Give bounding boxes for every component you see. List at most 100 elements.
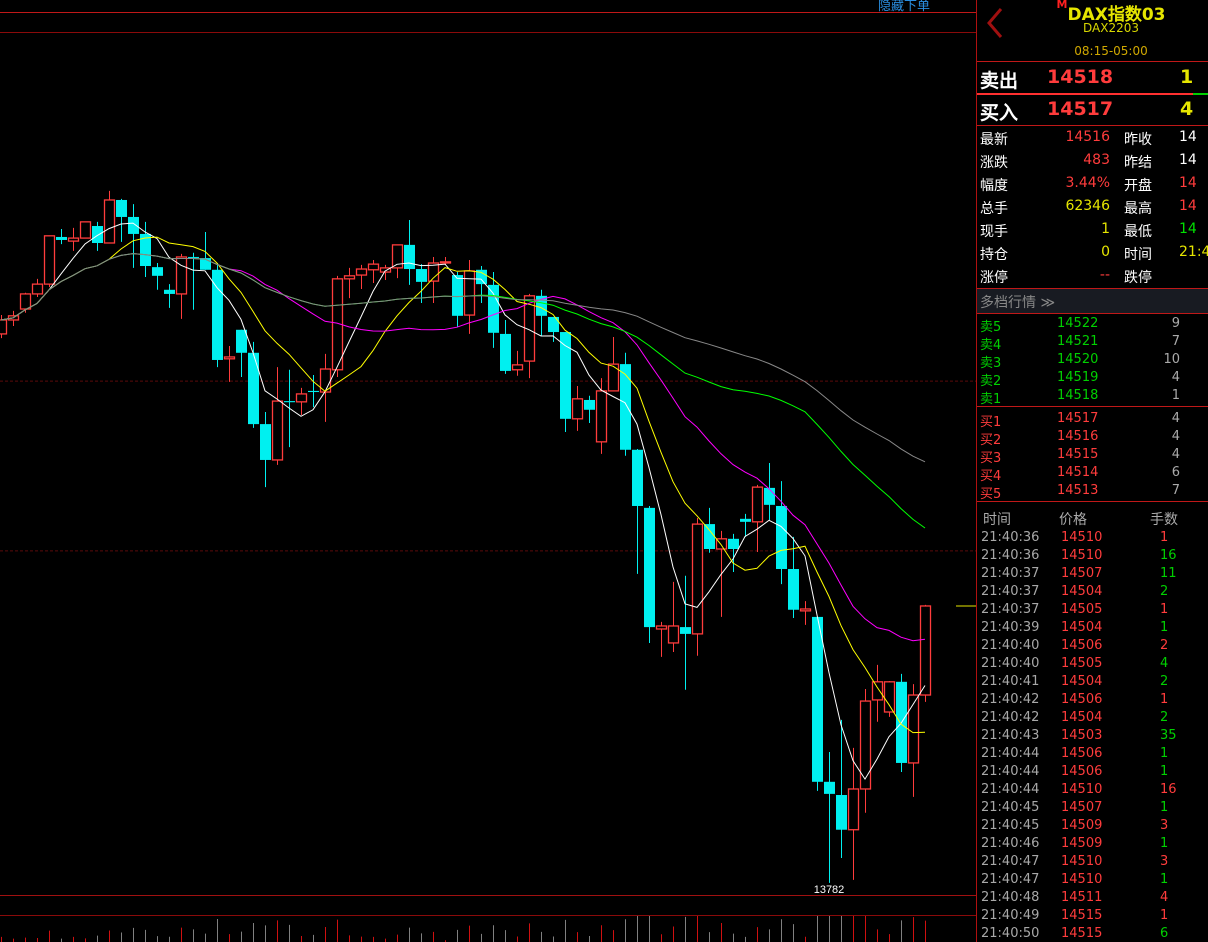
candle-body-down: [116, 199, 127, 217]
trade-volume: 2: [1160, 710, 1169, 725]
trade-volume: 1: [1160, 530, 1169, 545]
trade-volume: 2: [1160, 638, 1169, 653]
ask-level-price: 14521: [1057, 334, 1099, 349]
trade-row: 21:40:47 14510 1: [977, 871, 1208, 889]
market-flag: M: [1056, 0, 1068, 11]
info-row: 最新 14516 昨收 14: [977, 127, 1208, 150]
info-label: 昨结: [1124, 155, 1152, 171]
trade-volume: 2: [1160, 584, 1169, 599]
volume-divider: [0, 915, 976, 916]
trade-time: 21:40:47: [981, 872, 1040, 887]
ask-level-volume: 1: [1171, 388, 1180, 403]
ask-level-row[interactable]: 卖5 14522 9: [977, 315, 1208, 335]
ask-quote-row[interactable]: 卖出 14518 1: [977, 63, 1208, 93]
ask-level-volume: 9: [1171, 316, 1180, 331]
trade-time: 21:40:37: [981, 584, 1040, 599]
candle-body-down: [56, 236, 67, 240]
candle-body-down: [812, 616, 823, 782]
bid-level-row[interactable]: 买3 14515 4: [977, 446, 1208, 466]
trade-time: 21:40:36: [981, 530, 1040, 545]
info-value: 14: [1179, 175, 1197, 191]
info-value: 14: [1179, 198, 1197, 214]
candle-body-up: [859, 700, 872, 790]
trade-time: 21:40:42: [981, 692, 1040, 707]
bid-level-volume: 4: [1171, 447, 1180, 462]
trade-row: 21:40:48 14511 4: [977, 889, 1208, 907]
candle-body-down: [284, 401, 295, 403]
trade-row: 21:40:49 14515 1: [977, 907, 1208, 925]
trade-price: 14506: [1061, 746, 1103, 761]
candle-body-up: [595, 390, 608, 443]
candle-body-down: [92, 226, 103, 243]
ask-level-volume: 7: [1171, 334, 1180, 349]
kline-chart[interactable]: 13782 隐藏下单: [0, 0, 976, 942]
trade-volume: 1: [1160, 800, 1169, 815]
info-label: 持仓: [980, 247, 1008, 263]
trade-price: 14510: [1061, 782, 1103, 797]
bid-level-row[interactable]: 买1 14517 4: [977, 410, 1208, 430]
trade-price: 14509: [1061, 836, 1103, 851]
trade-volume: 1: [1160, 836, 1169, 851]
depth-toggle[interactable]: 多档行情 ≫: [977, 289, 1208, 313]
trade-time: 21:40:39: [981, 620, 1040, 635]
info-value: 21:4: [1179, 244, 1208, 260]
trade-time: 21:40:44: [981, 746, 1040, 761]
bid-level-price: 14514: [1057, 465, 1099, 480]
info-label: 最新: [980, 132, 1008, 148]
trade-row: 21:40:45 14509 3: [977, 817, 1208, 835]
ask-level-price: 14519: [1057, 370, 1099, 385]
bid-price: 14517: [1047, 98, 1114, 120]
trade-volume: 1: [1160, 764, 1169, 779]
trade-price: 14511: [1061, 890, 1103, 905]
trade-volume: 6: [1160, 926, 1169, 941]
trade-price: 14503: [1061, 728, 1103, 743]
ask-level-row[interactable]: 卖1 14518 1: [977, 387, 1208, 407]
info-value: 483: [1083, 152, 1110, 168]
ask-level-row[interactable]: 卖3 14520 10: [977, 351, 1208, 371]
trade-time: 21:40:43: [981, 728, 1040, 743]
trade-time: 21:40:45: [981, 818, 1040, 833]
bid-level-price: 14517: [1057, 411, 1099, 426]
trade-time: 21:40:47: [981, 854, 1040, 869]
ask-level-price: 14522: [1057, 316, 1099, 331]
trade-price: 14505: [1061, 602, 1103, 617]
trade-price: 14507: [1061, 800, 1103, 815]
candle-body-down: [740, 518, 751, 522]
bid-level-row[interactable]: 买5 14513 7: [977, 482, 1208, 502]
bid-level-row[interactable]: 买2 14516 4: [977, 428, 1208, 448]
candle-body-up: [367, 263, 380, 271]
candle-body-up: [799, 608, 812, 612]
trade-row: 21:40:36 14510 16: [977, 547, 1208, 565]
candle-body-up: [907, 694, 920, 764]
trade-row: 21:40:45 14507 1: [977, 799, 1208, 817]
bid-level-volume: 6: [1171, 465, 1180, 480]
trade-time: 21:40:45: [981, 800, 1040, 815]
candle-body-up: [343, 275, 356, 280]
candle-body-up: [355, 268, 368, 276]
trade-price: 14504: [1061, 710, 1103, 725]
hide-order-button[interactable]: 隐藏下单: [878, 0, 930, 14]
bid-level-row[interactable]: 买4 14514 6: [977, 464, 1208, 484]
ask-level-row[interactable]: 卖2 14519 4: [977, 369, 1208, 389]
bid-quote-row[interactable]: 买入 14517 4: [977, 95, 1208, 125]
candle-body-up: [691, 523, 704, 635]
info-label: 跌停: [1124, 270, 1152, 286]
info-label: 涨停: [980, 270, 1008, 286]
trade-volume: 4: [1160, 656, 1169, 671]
trade-price: 14507: [1061, 566, 1103, 581]
trade-row: 21:40:42 14504 2: [977, 709, 1208, 727]
trade-row: 21:40:37 14504 2: [977, 583, 1208, 601]
candle-body-down: [824, 781, 835, 794]
bid-level-price: 14516: [1057, 429, 1099, 444]
candle-body-up: [0, 319, 8, 335]
trade-time: 21:40:46: [981, 836, 1040, 851]
info-label: 幅度: [980, 178, 1008, 194]
info-value: 14: [1179, 221, 1197, 237]
trade-price: 14506: [1061, 638, 1103, 653]
candle-body-down: [488, 284, 499, 333]
candle-body-up: [511, 364, 524, 371]
ask-level-row[interactable]: 卖4 14521 7: [977, 333, 1208, 353]
trade-volume: 35: [1160, 728, 1177, 743]
candle-body-down: [776, 505, 787, 569]
ask-label: 卖出: [980, 70, 1019, 92]
